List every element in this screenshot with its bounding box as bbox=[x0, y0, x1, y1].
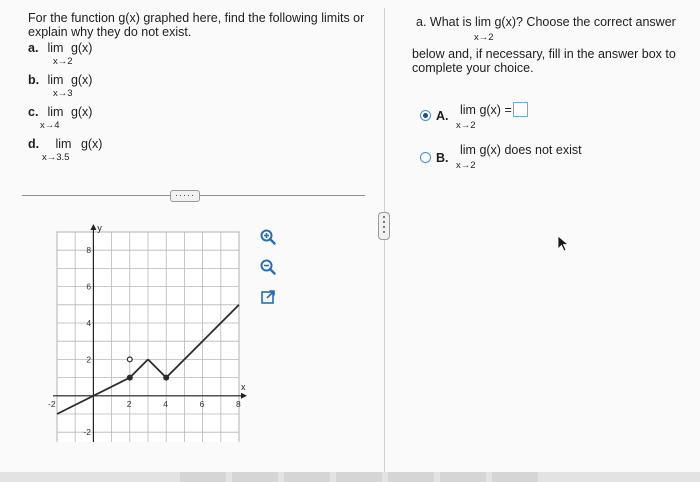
problem-page: For the function g(x) graphed here, find… bbox=[0, 0, 700, 482]
y-tick-label: 6 bbox=[86, 282, 91, 292]
y-axis-label: y bbox=[97, 223, 102, 233]
y-tick-label: 8 bbox=[86, 245, 91, 255]
part-function: g(x) bbox=[80, 137, 103, 151]
lim-word: lim bbox=[47, 73, 64, 87]
option-subscript: x→2 bbox=[456, 120, 476, 131]
x-tick-label: 4 bbox=[163, 399, 168, 409]
part-function: g(x) bbox=[70, 73, 93, 87]
answer-prompt-continued: below and, if necessary, fill in the ans… bbox=[412, 47, 676, 75]
lim-subscript: x→2 bbox=[53, 56, 73, 67]
option-letter: B. bbox=[436, 151, 449, 165]
function-graph: y x -2 2 4 6 8 8 6 4 2 -2 bbox=[48, 223, 247, 442]
x-tick-label: -2 bbox=[48, 399, 56, 409]
part-label: c. bbox=[28, 105, 39, 119]
question-panel: For the function g(x) graphed here, find… bbox=[28, 11, 368, 163]
mouse-cursor-icon bbox=[557, 235, 570, 252]
part-b: b. lim g(x) x→3 bbox=[28, 73, 93, 99]
part-a: a. lim g(x) x→2 bbox=[28, 41, 93, 67]
lim-subscript: x→3.5 bbox=[42, 152, 70, 163]
part-c: c. lim g(x) x→4 bbox=[28, 105, 93, 131]
zoom-in-icon[interactable] bbox=[259, 228, 277, 246]
y-tick-label: -2 bbox=[83, 427, 91, 437]
radio-option-b[interactable] bbox=[420, 152, 431, 163]
x-tick-label: 6 bbox=[200, 399, 205, 409]
lim-word: lim bbox=[47, 41, 64, 55]
question-intro: For the function g(x) graphed here, find… bbox=[28, 11, 365, 39]
lim-subscript: x→3 bbox=[53, 88, 73, 99]
x-axis-label: x bbox=[241, 382, 246, 392]
answer-prompt-subscript: x→2 bbox=[474, 32, 494, 43]
closed-point bbox=[126, 374, 133, 381]
open-point bbox=[126, 356, 133, 363]
y-tick-label: 2 bbox=[86, 354, 91, 364]
x-axis-arrow bbox=[241, 392, 247, 399]
answer-prompt: a. What is lim g(x)? Choose the correct … bbox=[416, 15, 676, 29]
x-tick-label: 8 bbox=[236, 399, 241, 409]
part-label: b. bbox=[28, 73, 40, 87]
lim-subscript: x→4 bbox=[40, 120, 60, 131]
part-label: d. bbox=[28, 137, 40, 151]
splitter-handle[interactable] bbox=[378, 212, 390, 240]
closed-point bbox=[163, 374, 170, 381]
y-tick-label: 4 bbox=[86, 318, 91, 328]
open-external-icon[interactable] bbox=[259, 288, 277, 306]
option-letter: A. bbox=[436, 109, 449, 123]
zoom-out-icon[interactable] bbox=[259, 258, 277, 276]
bottom-toolbar bbox=[0, 472, 700, 482]
part-function: g(x) bbox=[70, 105, 93, 119]
panel-splitter bbox=[384, 8, 385, 474]
x-tick-label: 2 bbox=[127, 399, 132, 409]
option-text: lim g(x) = bbox=[460, 102, 528, 117]
part-d: d. lim g(x) x→3.5 bbox=[28, 137, 103, 163]
lim-word: lim bbox=[47, 105, 64, 119]
expand-button[interactable]: ····· bbox=[170, 190, 200, 202]
option-subscript: x→2 bbox=[456, 160, 476, 171]
radio-option-a[interactable] bbox=[420, 110, 431, 121]
part-function: g(x) bbox=[70, 41, 93, 55]
part-label: a. bbox=[28, 41, 39, 55]
lim-word: lim bbox=[55, 137, 72, 151]
answer-input-box[interactable] bbox=[512, 102, 528, 117]
y-axis-arrow bbox=[90, 224, 97, 230]
option-text: lim g(x) does not exist bbox=[460, 143, 582, 157]
